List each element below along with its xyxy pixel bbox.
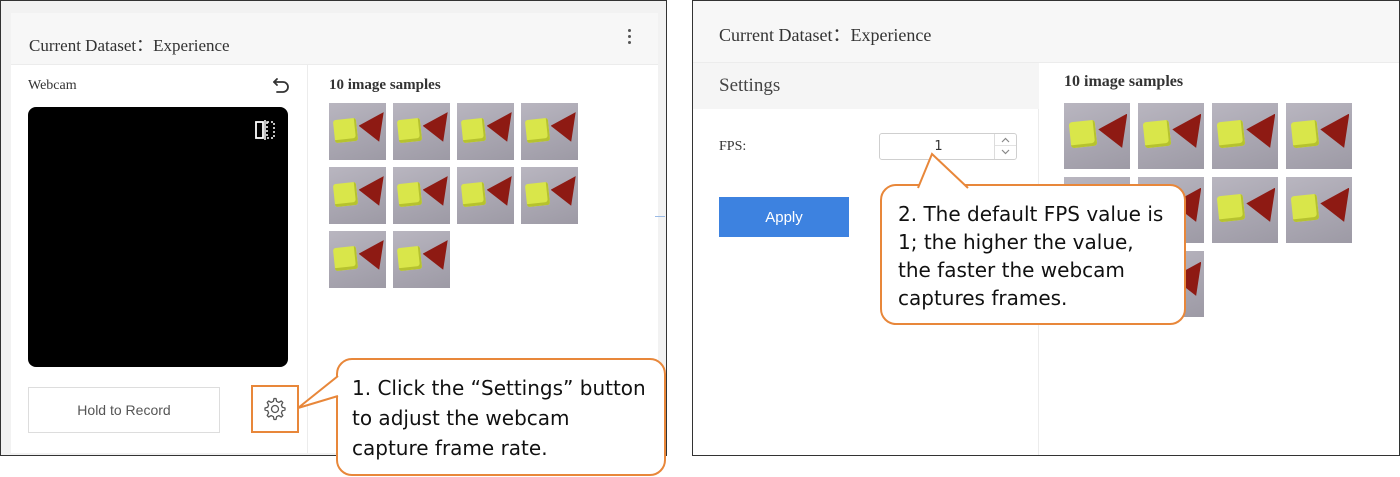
hold-to-record-button[interactable]: Hold to Record xyxy=(28,387,220,433)
webcam-preview xyxy=(28,107,288,367)
dataset-title: Current Dataset：Experience xyxy=(719,25,932,45)
callout-step-1-text: 1. Click the “Settings” button to adjust… xyxy=(352,376,646,460)
callout-step-1: 1. Click the “Settings” button to adjust… xyxy=(336,358,666,476)
callout-step-2-text: 2. The default FPS value is 1; the highe… xyxy=(898,202,1164,310)
gear-icon xyxy=(264,397,286,421)
sample-thumbnail[interactable] xyxy=(393,167,450,224)
settings-button[interactable] xyxy=(251,385,299,433)
webcam-section: Webcam Hold to Record xyxy=(11,65,308,453)
webcam-label: Webcam xyxy=(28,78,77,93)
sample-thumbnail[interactable] xyxy=(1212,177,1278,243)
undo-icon[interactable] xyxy=(271,75,291,95)
card-header: Current Dataset：Experience xyxy=(11,13,658,65)
sample-thumbnail[interactable] xyxy=(1212,103,1278,169)
samples-label: 10 image samples xyxy=(329,77,441,93)
fps-input[interactable]: 1 xyxy=(879,133,1017,160)
sample-thumbnail[interactable] xyxy=(1286,103,1352,169)
settings-header: Settings xyxy=(693,63,1039,109)
callout-step-2: 2. The default FPS value is 1; the highe… xyxy=(880,184,1186,325)
chevron-down-icon xyxy=(1001,149,1010,155)
sample-thumbnail[interactable] xyxy=(521,167,578,224)
sample-thumbnail[interactable] xyxy=(1286,177,1352,243)
sample-thumbnail[interactable] xyxy=(1064,103,1130,169)
sample-thumbnail[interactable] xyxy=(457,103,514,160)
samples-label: 10 image samples xyxy=(1064,73,1184,90)
sample-thumbnail[interactable] xyxy=(329,167,386,224)
flip-horizontal-icon[interactable] xyxy=(254,119,276,141)
fps-decrement-button[interactable] xyxy=(995,146,1016,158)
dataset-title: Current Dataset：Experience xyxy=(29,36,230,55)
fps-spinner xyxy=(994,134,1016,159)
sample-thumbnail[interactable] xyxy=(393,231,450,288)
fps-label: FPS: xyxy=(719,139,747,154)
fps-increment-button[interactable] xyxy=(995,134,1016,146)
sample-thumbnail[interactable] xyxy=(521,103,578,160)
sample-thumbnail[interactable] xyxy=(1138,103,1204,169)
fps-value: 1 xyxy=(934,139,943,154)
kebab-menu-icon[interactable] xyxy=(626,29,632,49)
sample-thumbnail[interactable] xyxy=(457,167,514,224)
sample-thumbnail[interactable] xyxy=(393,103,450,160)
sample-thumbnail[interactable] xyxy=(329,231,386,288)
card-header: Current Dataset：Experience xyxy=(693,1,1399,63)
samples-grid xyxy=(329,103,578,288)
chevron-up-icon xyxy=(1001,137,1010,142)
sample-thumbnail[interactable] xyxy=(329,103,386,160)
divider-mark xyxy=(655,216,665,217)
apply-button[interactable]: Apply xyxy=(719,197,849,237)
settings-title: Settings xyxy=(719,75,781,96)
